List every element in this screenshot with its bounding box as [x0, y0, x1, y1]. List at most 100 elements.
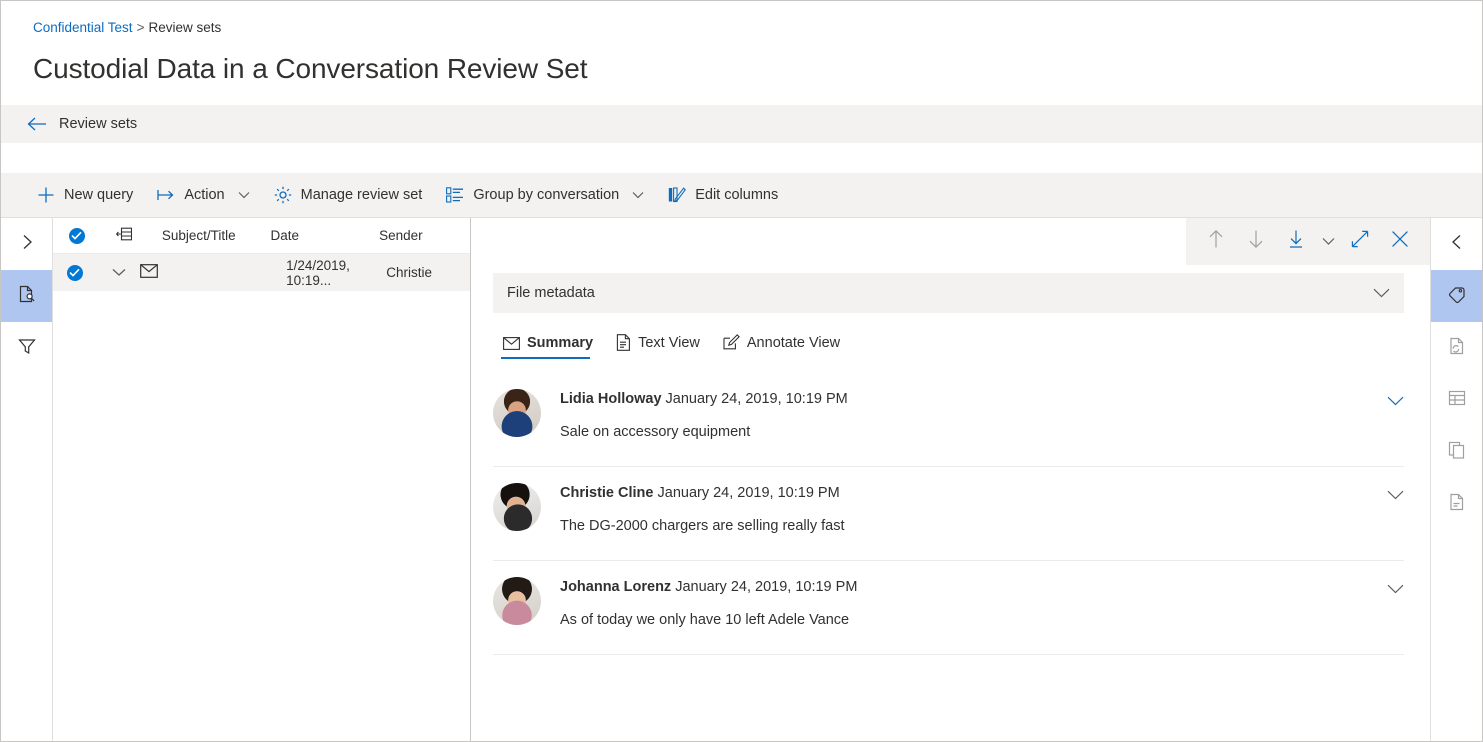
- manage-review-set-button[interactable]: Manage review set: [262, 173, 435, 217]
- right-rail-collapse-panel[interactable]: [1431, 218, 1482, 270]
- detail-toolbar-actions: [1186, 218, 1430, 265]
- chevron-left-icon: [1447, 232, 1467, 257]
- file-metadata-accordion[interactable]: File metadata: [493, 273, 1404, 313]
- photo-johanna-lorenz: [493, 577, 541, 625]
- chevron-down-icon: [632, 191, 644, 199]
- check-circle-icon: [68, 227, 85, 244]
- previous-item-button[interactable]: [1196, 222, 1236, 262]
- avatar: [493, 577, 541, 625]
- expand-diagonal-icon: [1351, 230, 1369, 253]
- edit-columns-button[interactable]: Edit columns: [656, 173, 790, 217]
- next-item-button[interactable]: [1236, 222, 1276, 262]
- collapse-list-icon: [115, 227, 133, 244]
- message-expand-toggle[interactable]: [1387, 483, 1404, 534]
- chevron-down-icon: [112, 265, 126, 280]
- arrow-down-icon: [1247, 229, 1265, 254]
- action-arrow-icon: [157, 186, 175, 204]
- edit-columns-icon: [668, 186, 687, 204]
- breadcrumb-current: Review sets: [148, 20, 222, 35]
- right-rail-tags[interactable]: [1431, 270, 1482, 322]
- chevron-down-icon: [1373, 288, 1390, 298]
- download-options-button[interactable]: [1316, 222, 1340, 262]
- chevron-down-icon: [1322, 233, 1335, 251]
- right-rail-duplicates[interactable]: [1431, 426, 1482, 478]
- collapse-all-column-header[interactable]: [100, 227, 147, 244]
- message-sender: Christie Cline: [560, 485, 654, 501]
- action-label: Action: [184, 187, 225, 203]
- column-header-subject[interactable]: Subject/Title: [148, 228, 271, 243]
- table-row[interactable]: 1/24/2019, 10:19... Christie: [53, 254, 470, 291]
- file-metadata-label: File metadata: [507, 285, 595, 301]
- tab-summary-label: Summary: [527, 335, 594, 351]
- breadcrumb: Confidential Test > Review sets: [33, 19, 1482, 37]
- row-sender: Christie: [386, 265, 433, 280]
- tab-annotate-view[interactable]: Annotate View: [713, 334, 853, 359]
- breadcrumb-root-link[interactable]: Confidential Test: [33, 20, 133, 35]
- detail-tabs: Summary Text View Annotate View: [471, 313, 1430, 359]
- list-item: Christie Cline January 24, 2019, 10:19 P…: [493, 467, 1404, 561]
- page-title: Custodial Data in a Conversation Review …: [33, 53, 588, 84]
- message-body: The DG-2000 chargers are selling really …: [560, 518, 845, 534]
- tab-text-view[interactable]: Text View: [606, 334, 713, 359]
- message-timestamp: January 24, 2019, 10:19 PM: [657, 485, 840, 501]
- page-header: Confidential Test > Review sets Custodial …: [1, 1, 1482, 105]
- right-rail-email-threads[interactable]: [1431, 478, 1482, 530]
- group-by-conversation-label: Group by conversation: [473, 187, 620, 203]
- right-rail-near-duplicates[interactable]: [1431, 322, 1482, 374]
- tab-annotate-view-label: Annotate View: [746, 334, 841, 351]
- text-document-icon: [616, 334, 631, 351]
- chevron-right-icon: [17, 232, 37, 257]
- row-date: 1/24/2019, 10:19...: [286, 257, 350, 288]
- download-button[interactable]: [1276, 222, 1316, 262]
- message-body: As of today we only have 10 left Adele V…: [560, 612, 850, 628]
- message-expand-toggle[interactable]: [1387, 389, 1404, 440]
- tab-summary[interactable]: Summary: [493, 335, 606, 359]
- list-item: Johanna Lorenz January 24, 2019, 10:19 P…: [493, 561, 1404, 655]
- message-header: Christie Cline January 24, 2019, 10:19 P…: [560, 485, 1368, 501]
- envelope-icon: [140, 264, 159, 281]
- close-pane-button[interactable]: [1380, 222, 1420, 262]
- chevron-down-icon: [1387, 393, 1404, 411]
- message-expand-toggle[interactable]: [1387, 577, 1404, 628]
- check-circle-icon: [66, 264, 83, 281]
- message-sender: Johanna Lorenz: [560, 579, 672, 595]
- left-rail-expand-panel[interactable]: [1, 218, 52, 270]
- arrow-up-icon: [1207, 229, 1225, 254]
- detail-panel: File metadata Summary Text View Annotate…: [471, 218, 1430, 741]
- chevron-down-icon: [238, 191, 250, 199]
- filter-funnel-icon: [17, 336, 37, 361]
- left-rail: [1, 218, 53, 741]
- message-header: Johanna Lorenz January 24, 2019, 10:19 P…: [560, 579, 1368, 595]
- items-list-panel: Subject/Title Date Sender 1/24/2019, 10:…: [53, 218, 471, 741]
- avatar: [493, 483, 541, 531]
- column-header-sender[interactable]: Sender: [379, 228, 470, 243]
- header-spacer: [1, 143, 1482, 173]
- row-checkbox[interactable]: [53, 264, 97, 281]
- breadcrumb-separator: >: [136, 20, 145, 35]
- tab-text-view-label: Text View: [638, 334, 700, 351]
- expand-pane-button[interactable]: [1340, 222, 1380, 262]
- left-rail-filter[interactable]: [1, 322, 52, 374]
- photo-lidia-holloway: [493, 389, 541, 437]
- right-rail-table-view[interactable]: [1431, 374, 1482, 426]
- action-button[interactable]: Action: [145, 173, 261, 217]
- tag-icon: [1447, 284, 1467, 309]
- message-body: Sale on accessory equipment: [560, 424, 751, 440]
- envelope-icon: [503, 336, 520, 350]
- gear-icon: [274, 186, 292, 204]
- back-to-review-sets-button[interactable]: Review sets: [1, 105, 1482, 143]
- chevron-down-icon: [1387, 487, 1404, 505]
- command-bar: New query Action Manage review set Group…: [1, 173, 1482, 217]
- column-header-date[interactable]: Date: [270, 228, 379, 243]
- group-by-conversation-button[interactable]: Group by conversation: [434, 173, 656, 217]
- copy-documents-icon: [1447, 440, 1467, 465]
- row-expand-toggle[interactable]: [97, 265, 141, 280]
- select-all-checkbox[interactable]: [53, 227, 100, 244]
- edit-columns-label: Edit columns: [695, 187, 779, 203]
- list-item: Lidia Holloway January 24, 2019, 10:19 P…: [493, 373, 1404, 467]
- new-query-button[interactable]: New query: [25, 173, 145, 217]
- avatar: [493, 389, 541, 437]
- new-query-label: New query: [64, 187, 134, 203]
- left-rail-document-search[interactable]: [1, 270, 52, 322]
- detail-toolbar: [471, 218, 1430, 265]
